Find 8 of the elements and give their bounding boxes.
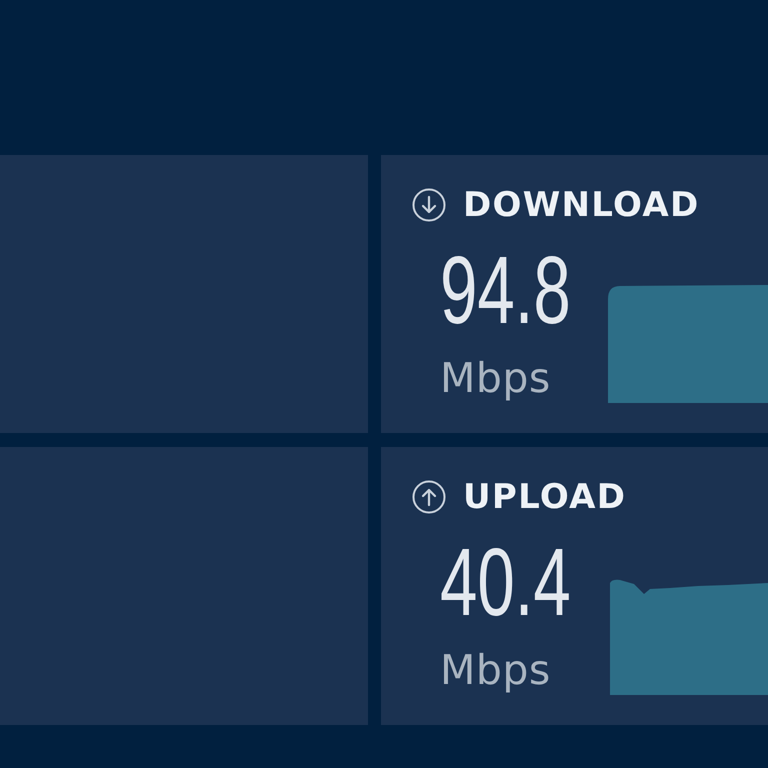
metric-label: DOWNLOAD: [463, 185, 700, 225]
speed-unit: Mbps: [440, 354, 551, 402]
metric-label: UPLOAD: [463, 477, 626, 517]
speed-value: 94.8: [440, 255, 571, 327]
speed-unit: Mbps: [440, 646, 551, 694]
speed-value: 40.4: [440, 547, 571, 619]
upload-icon: [412, 480, 446, 514]
download-icon: [412, 188, 446, 222]
